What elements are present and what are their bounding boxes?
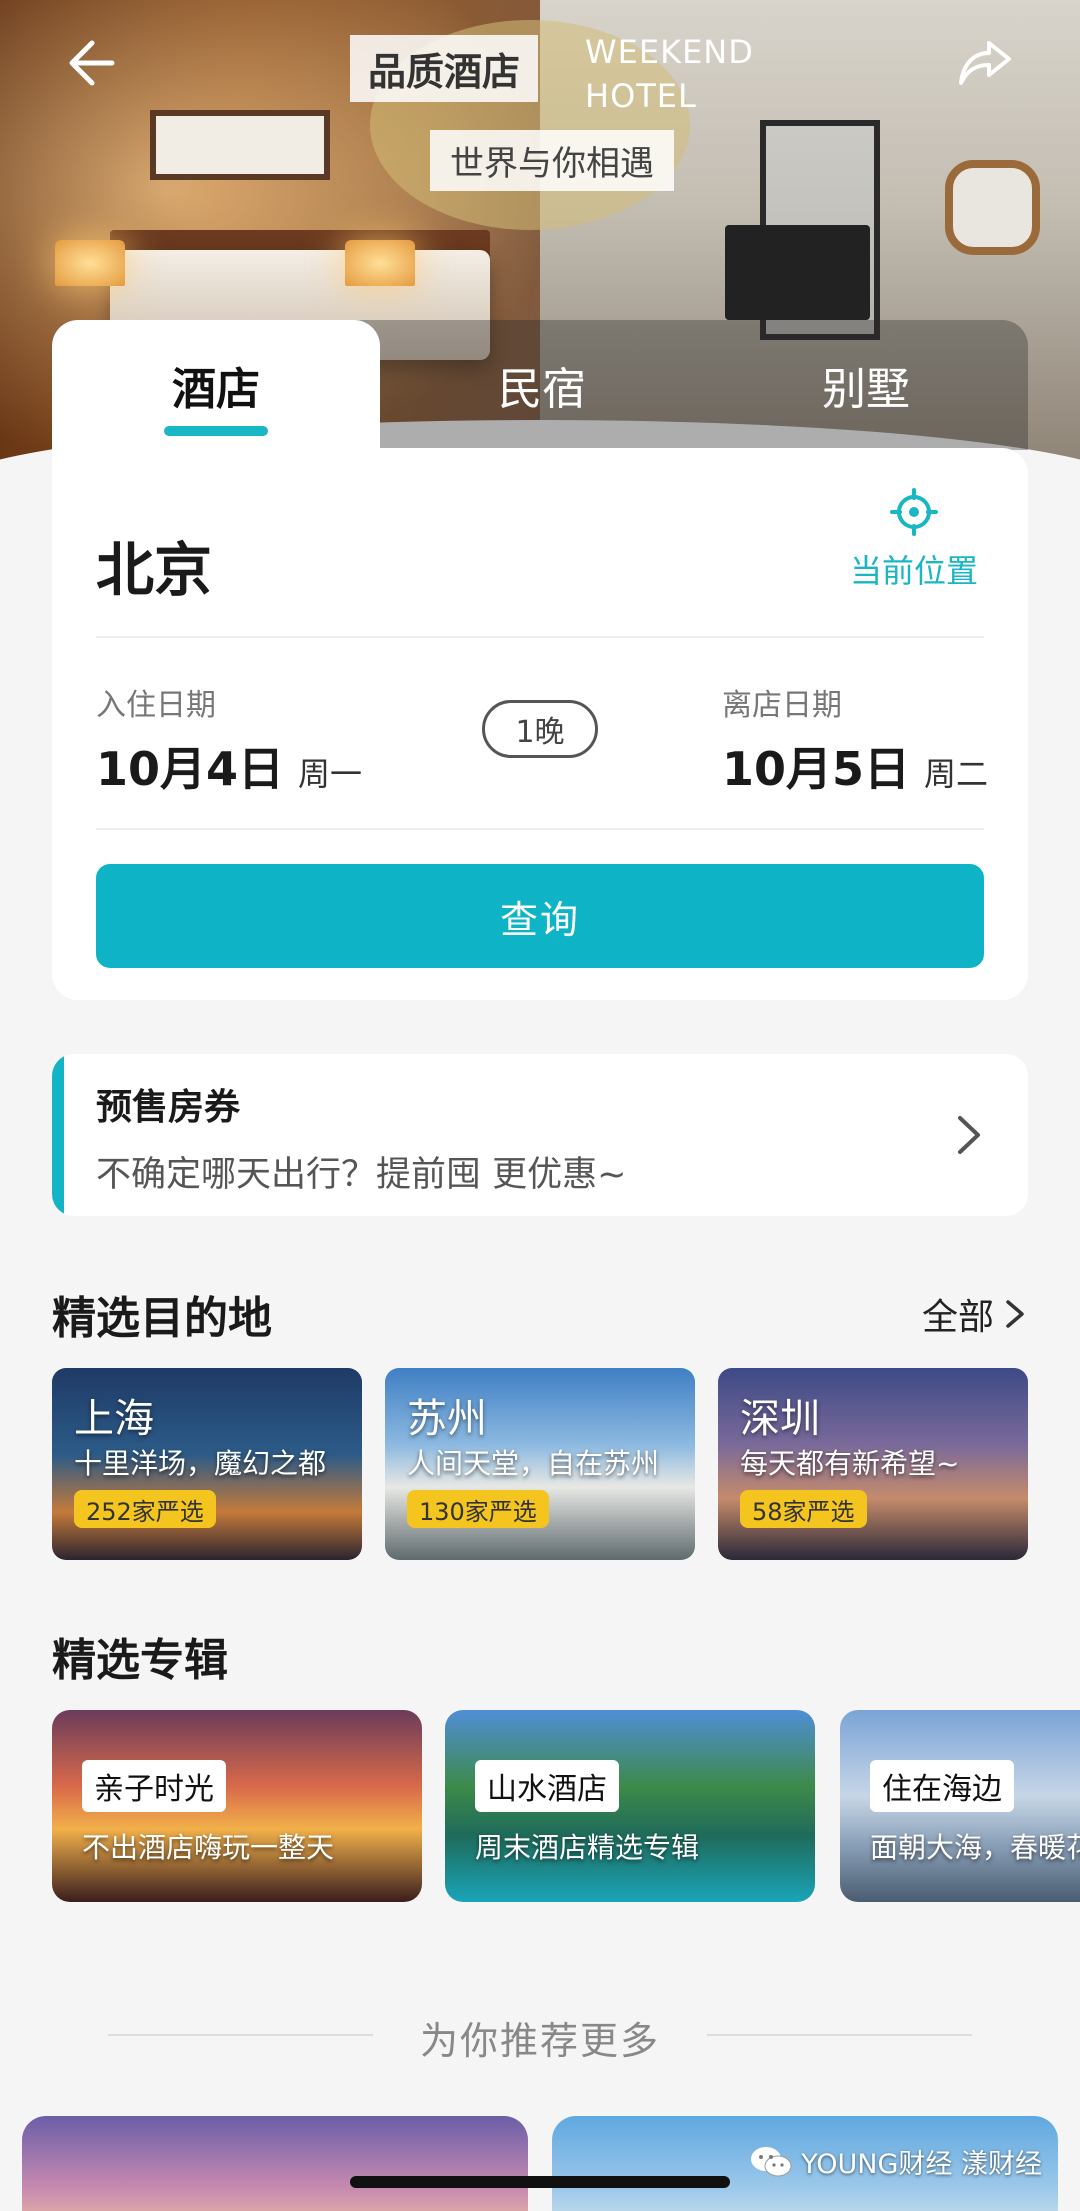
checkin-weekday: 周一 bbox=[298, 755, 363, 793]
tab-hotel-label: 酒店 bbox=[172, 364, 260, 415]
destination-card-suzhou[interactable]: 苏州 人间天堂，自在苏州 130家严选 bbox=[385, 1368, 695, 1560]
share-button[interactable] bbox=[950, 28, 1020, 98]
tab-villa-label: 别墅 bbox=[822, 364, 910, 415]
album-subtitle: 不出酒店嗨玩一整天 bbox=[82, 1831, 335, 1864]
divider bbox=[96, 828, 984, 830]
divider bbox=[707, 2034, 972, 2036]
category-tabs: 酒店 民宿 别墅 bbox=[52, 320, 1028, 450]
destination-count-badge: 130家严选 bbox=[407, 1490, 549, 1528]
album-card-family[interactable]: 亲子时光 不出酒店嗨玩一整天 bbox=[52, 1710, 422, 1902]
divider bbox=[96, 636, 984, 638]
checkout-label: 离店日期 bbox=[722, 688, 842, 723]
hero-tag-weekend-line2: HOTEL bbox=[585, 77, 697, 115]
destination-card-shenzhen[interactable]: 深圳 每天都有新希望~ 58家严选 bbox=[718, 1368, 1028, 1560]
checkout-date-value: 10月5日 bbox=[722, 742, 911, 796]
hero-tag-slogan: 世界与你相遇 bbox=[430, 130, 674, 191]
recommend-card[interactable] bbox=[22, 2116, 528, 2211]
tab-homestay-label: 民宿 bbox=[498, 364, 586, 415]
destination-count-badge: 252家严选 bbox=[74, 1490, 216, 1528]
hero-tag-weekend: WEEKEND HOTEL bbox=[585, 30, 754, 118]
city-selector[interactable]: 北京 bbox=[96, 523, 212, 607]
wall-art bbox=[150, 110, 330, 180]
home-indicator[interactable] bbox=[350, 2176, 730, 2188]
destination-subtitle: 每天都有新希望~ bbox=[740, 1447, 960, 1480]
share-icon bbox=[959, 41, 1011, 85]
presale-voucher-banner[interactable]: 预售房券 不确定哪天出行？提前囤 更优惠~ bbox=[52, 1054, 1028, 1216]
album-label: 山水酒店 bbox=[475, 1760, 619, 1812]
checkin-date[interactable]: 10月4日 周一 bbox=[96, 733, 362, 799]
destination-count-badge: 58家严选 bbox=[740, 1490, 867, 1528]
lamp bbox=[55, 240, 125, 286]
album-subtitle: 面朝大海，春暖花开 bbox=[870, 1831, 1080, 1864]
album-card-seaside[interactable]: 住在海边 面朝大海，春暖花开 bbox=[840, 1710, 1080, 1902]
tab-homestay[interactable]: 民宿 bbox=[380, 320, 704, 450]
destination-name: 苏州 bbox=[407, 1396, 487, 1442]
chevron-right-icon bbox=[1006, 1300, 1024, 1328]
television bbox=[725, 225, 870, 320]
presale-title: 预售房券 bbox=[96, 1087, 241, 1128]
presale-accent-bar bbox=[52, 1054, 64, 1216]
album-label: 亲子时光 bbox=[82, 1760, 226, 1812]
current-location-button[interactable]: 当前位置 bbox=[844, 488, 984, 592]
hero-tag-quality: 品质酒店 bbox=[350, 35, 539, 102]
watermark-text: YOUNG财经 漾财经 bbox=[801, 2149, 1042, 2180]
query-button[interactable]: 查询 bbox=[96, 864, 984, 968]
destinations-title: 精选目的地 bbox=[52, 1293, 272, 1344]
album-label: 住在海边 bbox=[870, 1760, 1014, 1812]
chevron-right-icon bbox=[958, 1116, 980, 1154]
back-button[interactable] bbox=[55, 28, 125, 98]
presale-subtitle: 不确定哪天出行？提前囤 更优惠~ bbox=[96, 1155, 627, 1195]
album-card-landscape[interactable]: 山水酒店 周末酒店精选专辑 bbox=[445, 1710, 815, 1902]
current-location-label: 当前位置 bbox=[849, 552, 978, 590]
nights-badge: 1晚 bbox=[482, 700, 598, 758]
tab-active-indicator bbox=[164, 426, 268, 436]
tab-villa[interactable]: 别墅 bbox=[704, 320, 1028, 450]
albums-title: 精选专辑 bbox=[52, 1635, 228, 1686]
destination-subtitle: 十里洋场，魔幻之都 bbox=[74, 1447, 327, 1480]
destination-name: 深圳 bbox=[740, 1396, 820, 1442]
wechat-icon bbox=[751, 2146, 792, 2176]
back-arrow-icon bbox=[69, 40, 115, 86]
checkin-label: 入住日期 bbox=[96, 688, 216, 723]
destinations-all-label: 全部 bbox=[921, 1297, 994, 1338]
destination-subtitle: 人间天堂，自在苏州 bbox=[407, 1447, 660, 1480]
mirror bbox=[945, 160, 1040, 255]
destination-card-shanghai[interactable]: 上海 十里洋场，魔幻之都 252家严选 bbox=[52, 1368, 362, 1560]
tab-hotel[interactable]: 酒店 bbox=[52, 320, 380, 450]
hero-tag-weekend-line1: WEEKEND bbox=[585, 33, 754, 71]
locate-icon bbox=[890, 488, 938, 536]
checkout-weekday: 周二 bbox=[924, 755, 989, 793]
recommend-title: 为你推荐更多 bbox=[419, 2019, 660, 2063]
album-subtitle: 周末酒店精选专辑 bbox=[475, 1831, 700, 1864]
checkout-date[interactable]: 10月5日 周二 bbox=[722, 733, 988, 799]
search-card: 北京 当前位置 入住日期 10月4日 周一 1晚 离店日期 10月5日 周二 查询 bbox=[52, 448, 1028, 1000]
checkin-date-value: 10月4日 bbox=[96, 742, 285, 796]
lamp bbox=[345, 240, 415, 286]
destinations-all-link[interactable]: 全部 bbox=[922, 1288, 1028, 1340]
watermark: YOUNG财经 漾财经 bbox=[749, 2142, 1042, 2181]
destination-name: 上海 bbox=[74, 1396, 154, 1442]
